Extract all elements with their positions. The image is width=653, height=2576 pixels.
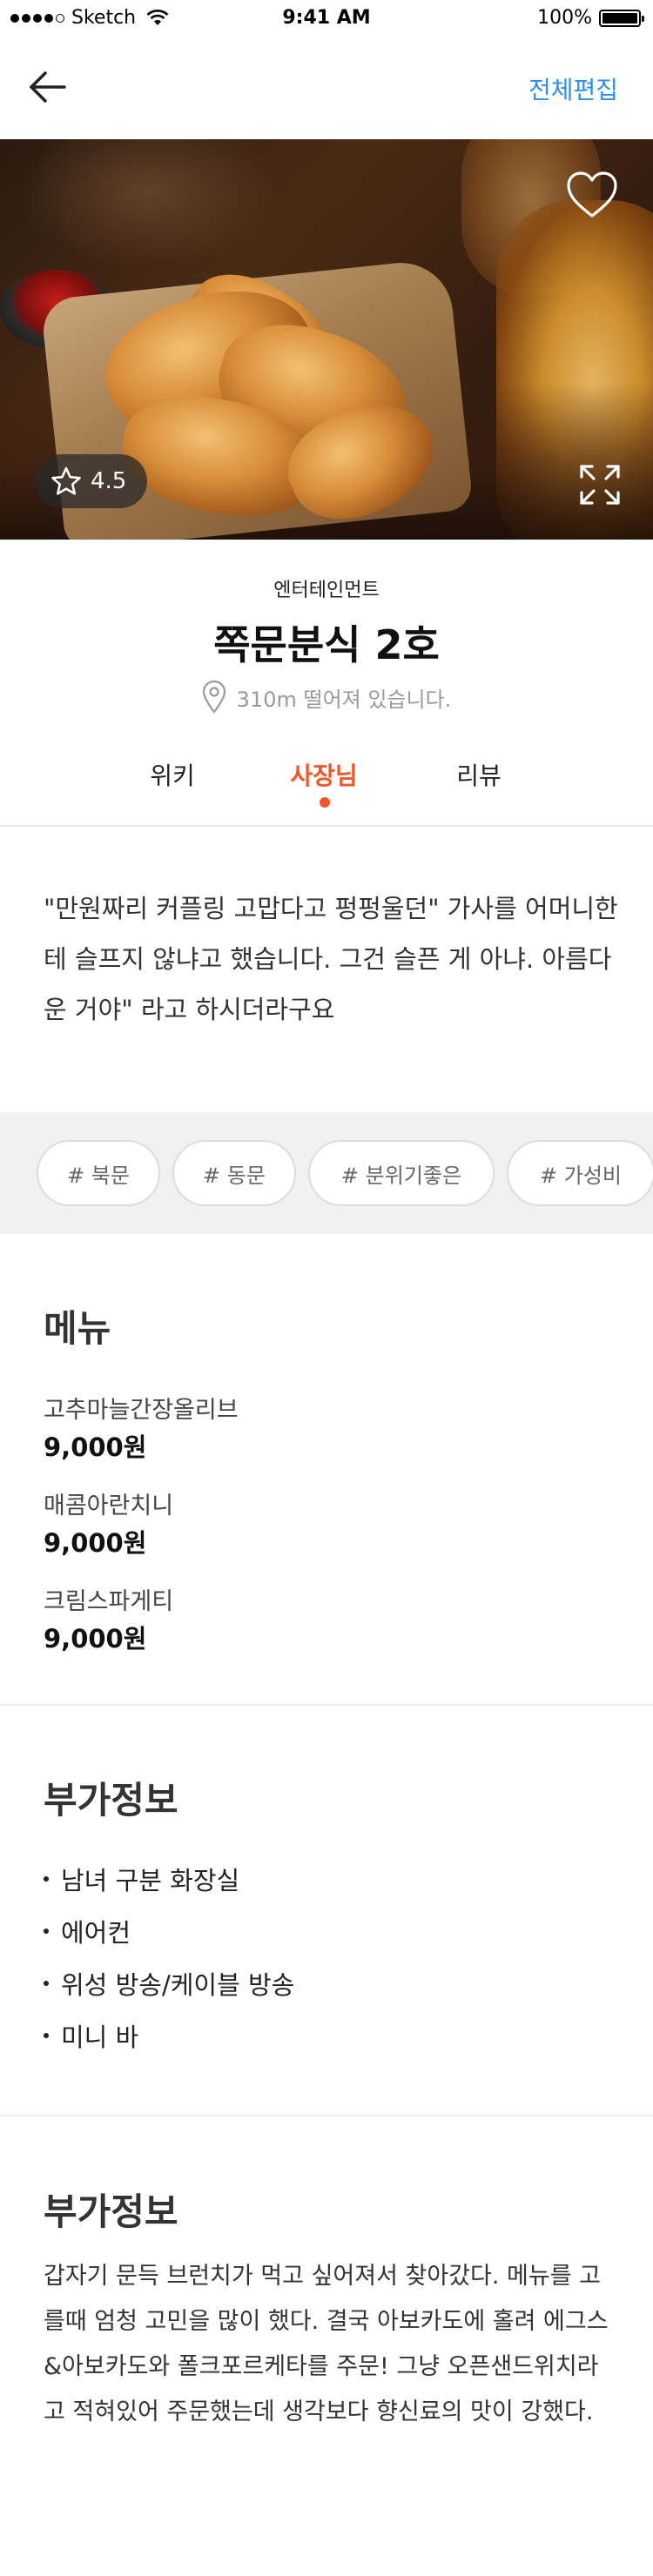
nav-bar: 전체편집: [0, 35, 653, 139]
tab-owner[interactable]: 사장님: [272, 757, 376, 792]
expand-icon: [580, 465, 620, 505]
info-item-label: 미니 바: [61, 2023, 139, 2052]
heart-outline-icon: [567, 171, 617, 218]
distance-text: 310m 떨어져 있습니다.: [236, 687, 452, 712]
menu-title: 메뉴: [44, 1307, 111, 1350]
menu-item-price: 9,000원: [44, 1624, 147, 1654]
tab-wiki[interactable]: 위키: [120, 757, 225, 792]
battery-group: 100%: [537, 7, 644, 29]
background-blur: [17, 139, 279, 270]
menu-item-price: 9,000원: [44, 1432, 147, 1462]
favorite-button[interactable]: [566, 171, 618, 219]
info-item: 남녀 구분 화장실: [44, 1861, 239, 1897]
store-category: 엔터테인먼트: [273, 580, 380, 601]
tag-chip[interactable]: # 분위기좋은: [308, 1140, 495, 1206]
extra-desc-title: 부가정보: [44, 2190, 178, 2233]
extra-info-title: 부가정보: [44, 1779, 178, 1821]
battery-percent: 100%: [537, 7, 592, 29]
map-pin-icon: [202, 681, 226, 714]
info-item: 에어컨: [44, 1913, 131, 1949]
distance-row: 310m 떨어져 있습니다.: [0, 681, 653, 714]
section-divider: [0, 1704, 653, 1706]
rating-value: 4.5: [91, 468, 127, 494]
info-item-label: 에어컨: [61, 1918, 131, 1948]
info-item: 미니 바: [44, 2017, 138, 2054]
status-bar: Sketch 9:41 AM 100%: [0, 0, 653, 35]
battery-icon: [599, 9, 644, 27]
tag-chip[interactable]: # 동문: [172, 1140, 296, 1206]
expand-button[interactable]: [578, 463, 622, 506]
rating-badge: 4.5: [35, 454, 148, 508]
tag-strip[interactable]: # 북문 # 동문 # 분위기좋은 # 가성비: [0, 1112, 653, 1234]
tag-chip[interactable]: # 북문: [37, 1140, 160, 1206]
tab-review[interactable]: 리뷰: [427, 757, 531, 792]
tag-chip[interactable]: # 가성비: [507, 1140, 653, 1206]
edit-all-button[interactable]: 전체편집: [528, 71, 618, 106]
info-item-label: 남녀 구분 화장실: [61, 1866, 240, 1895]
active-tab-indicator: [320, 797, 330, 808]
bullet-icon: [44, 2033, 49, 2038]
menu-item-name: 크림스파게티: [44, 1588, 174, 1615]
arrow-left-icon: [30, 71, 66, 103]
info-item: 위성 방송/케이블 방송: [44, 1965, 294, 2002]
bullet-icon: [44, 1929, 49, 1934]
star-outline-icon: [51, 466, 81, 495]
menu-item-name: 매콤아란치니: [44, 1493, 174, 1519]
section-divider: [0, 2115, 653, 2116]
store-name: 쪽문분식 2호: [213, 621, 440, 668]
extra-desc-text: 갑자기 문득 브런치가 먹고 싶어져서 찾아갔다. 메뉴를 고를때 엄청 고민을…: [44, 2263, 609, 2425]
bullet-icon: [44, 1876, 49, 1882]
owner-quote: "만원짜리 커플링 고맙다고 펑펑울던" 가사를 어머니한테 슬프지 않냐고 했…: [44, 894, 618, 1024]
menu-item-price: 9,000원: [44, 1528, 147, 1558]
back-button[interactable]: [26, 68, 70, 106]
menu-item-name: 고추마늘간장올리브: [44, 1397, 239, 1424]
tab-bar: 위키 사장님 리뷰: [0, 748, 653, 827]
info-item-label: 위성 방송/케이블 방송: [61, 1970, 295, 2000]
hero-image: 4.5: [0, 139, 653, 540]
bullet-icon: [44, 1981, 49, 1986]
